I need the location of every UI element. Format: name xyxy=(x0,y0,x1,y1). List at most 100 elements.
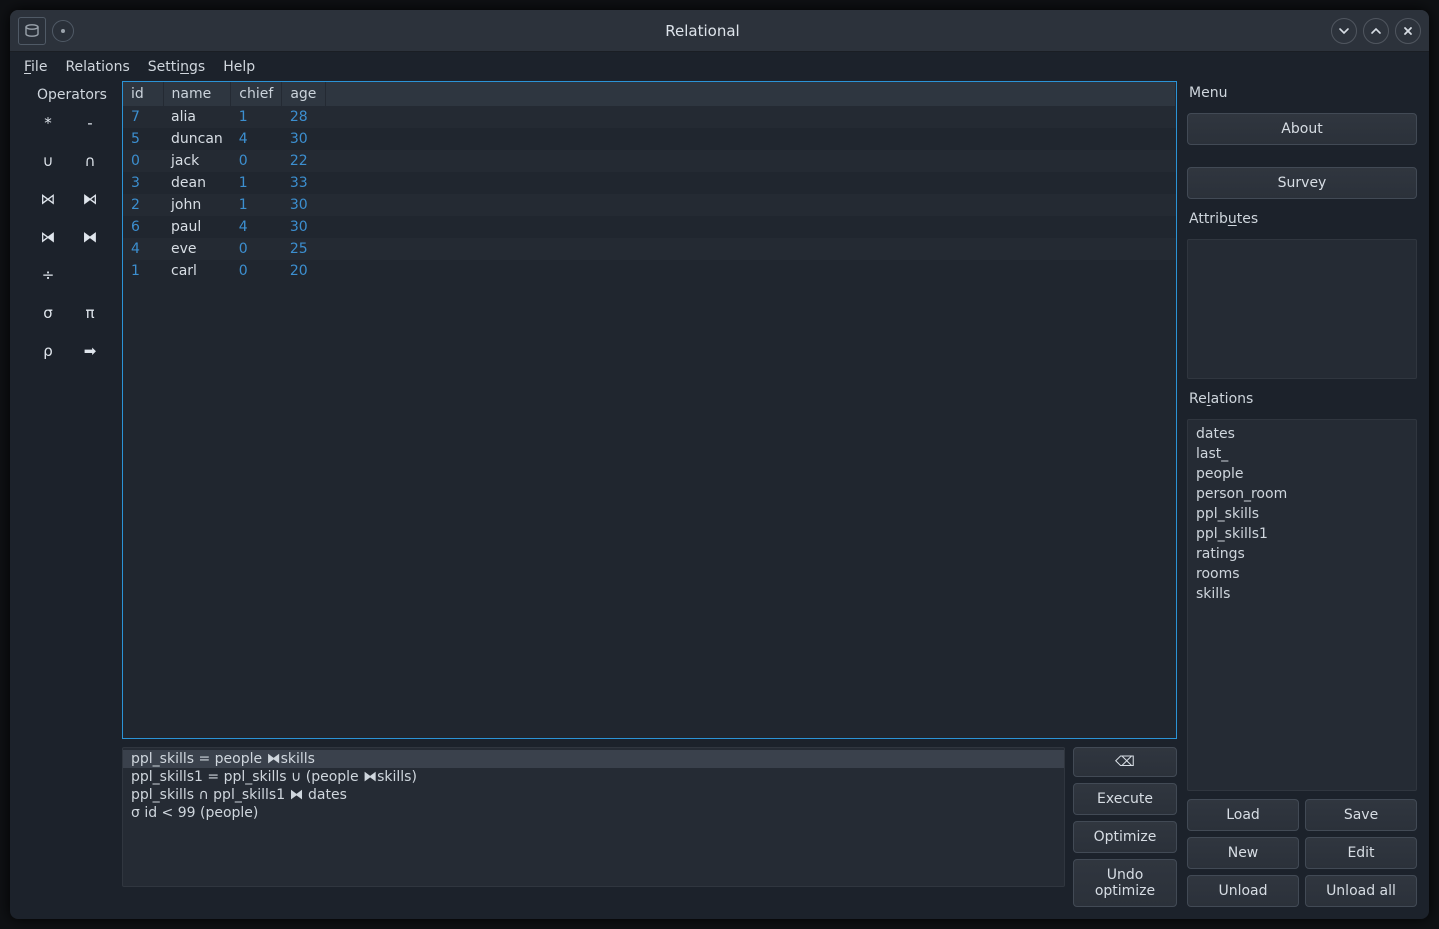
relation-item[interactable]: person_room xyxy=(1194,484,1410,504)
relation-item[interactable]: ratings xyxy=(1194,544,1410,564)
operator-button[interactable]: ∩ xyxy=(73,149,107,173)
titlebar: Relational xyxy=(10,10,1429,52)
history-entry[interactable]: ppl_skills1 = ppl_skills ∪ (people ⧓skil… xyxy=(123,768,1064,786)
main-area: Operators *-∪ ∩ ⋈ ⧑ ⧒ ⧓ ÷ σπρ ➡ idnamechiefage 7… xyxy=(10,81,1429,919)
table-cell: carl xyxy=(163,260,231,282)
operator-button[interactable]: ➡ xyxy=(73,339,107,363)
menu-relations[interactable]: Relations xyxy=(65,59,129,75)
relations-list[interactable]: dateslast_peopleperson_roomppl_skillsppl… xyxy=(1187,419,1417,791)
table-cell: 4 xyxy=(231,216,282,238)
about-button[interactable]: About xyxy=(1187,113,1417,145)
table-cell: 30 xyxy=(282,128,326,150)
relation-item[interactable]: people xyxy=(1194,464,1410,484)
result-table[interactable]: idnamechiefage 7alia1285duncan4300jack02… xyxy=(122,81,1177,739)
operator-button[interactable]: π xyxy=(73,301,107,325)
table-cell: john xyxy=(163,194,231,216)
operator-button[interactable]: ⧑ xyxy=(73,187,107,211)
attributes-heading: Attributes xyxy=(1187,207,1417,231)
relations-heading: Relations xyxy=(1187,387,1417,411)
table-cell: alia xyxy=(163,106,231,128)
right-panel: Menu About Survey Attributes Relations d… xyxy=(1177,81,1417,907)
history-entry[interactable]: ppl_skills = people ⧓skills xyxy=(123,750,1064,768)
table-cell: 0 xyxy=(123,150,163,172)
table-row[interactable]: 6paul430 xyxy=(123,216,1176,238)
table-cell: 1 xyxy=(231,106,282,128)
table-cell: 1 xyxy=(231,194,282,216)
window-title: Relational xyxy=(74,22,1331,40)
unload-button[interactable]: Unload xyxy=(1187,875,1299,907)
table-cell: 33 xyxy=(282,172,326,194)
operator-button[interactable]: ρ xyxy=(31,339,65,363)
table-cell: 30 xyxy=(282,216,326,238)
table-header[interactable]: chief xyxy=(231,82,282,106)
execute-button[interactable]: Execute xyxy=(1073,783,1177,815)
table-cell: 0 xyxy=(231,150,282,172)
table-row[interactable]: 0jack022 xyxy=(123,150,1176,172)
menu-help[interactable]: Help xyxy=(223,59,255,75)
center-panel: idnamechiefage 7alia1285duncan4300jack02… xyxy=(122,81,1177,907)
undo-optimize-button[interactable]: Undo optimize xyxy=(1073,859,1177,907)
query-history[interactable]: ppl_skills = people ⧓skillsppl_skills1 =… xyxy=(122,747,1065,887)
menu-settings[interactable]: Settings xyxy=(148,59,205,75)
table-row[interactable]: 4eve025 xyxy=(123,238,1176,260)
table-cell: 28 xyxy=(282,106,326,128)
operator-button[interactable]: ⋈ xyxy=(31,187,65,211)
secondary-tab-dot xyxy=(52,20,74,42)
table-header[interactable]: age xyxy=(282,82,326,106)
table-row[interactable]: 2john130 xyxy=(123,194,1176,216)
table-cell: 5 xyxy=(123,128,163,150)
attributes-list[interactable] xyxy=(1187,239,1417,379)
relation-item[interactable]: last_ xyxy=(1194,444,1410,464)
operators-title: Operators xyxy=(22,81,122,109)
operator-button[interactable]: ÷ xyxy=(31,263,65,287)
history-entry[interactable]: σ id < 99 (people) xyxy=(123,804,1064,822)
query-row: ppl_skills = people ⧓skillsppl_skills1 =… xyxy=(122,747,1177,907)
relation-item[interactable]: dates xyxy=(1194,424,1410,444)
app-window: Relational File Relations Settings Help … xyxy=(10,10,1429,919)
operators-panel: Operators *-∪ ∩ ⋈ ⧑ ⧒ ⧓ ÷ σπρ ➡ xyxy=(22,81,122,907)
table-row[interactable]: 3dean133 xyxy=(123,172,1176,194)
table-cell: 2 xyxy=(123,194,163,216)
survey-button[interactable]: Survey xyxy=(1187,167,1417,199)
table-cell: duncan xyxy=(163,128,231,150)
minimize-button[interactable] xyxy=(1331,18,1357,44)
table-cell: 20 xyxy=(282,260,326,282)
operator-button[interactable]: ⧒ xyxy=(31,225,65,249)
optimize-button[interactable]: Optimize xyxy=(1073,821,1177,853)
table-cell: 4 xyxy=(231,128,282,150)
relation-item[interactable]: ppl_skills xyxy=(1194,504,1410,524)
maximize-button[interactable] xyxy=(1363,18,1389,44)
edit-button[interactable]: Edit xyxy=(1305,837,1417,869)
unload-all-button[interactable]: Unload all xyxy=(1305,875,1417,907)
table-cell: 6 xyxy=(123,216,163,238)
table-cell: eve xyxy=(163,238,231,260)
table-cell: 30 xyxy=(282,194,326,216)
operator-button[interactable]: σ xyxy=(31,301,65,325)
table-header[interactable]: id xyxy=(123,82,163,106)
clear-query-button[interactable]: ⌫ xyxy=(1073,747,1177,777)
load-button[interactable]: Load xyxy=(1187,799,1299,831)
table-cell: 7 xyxy=(123,106,163,128)
history-entry[interactable]: ppl_skills ∩ ppl_skills1 ⧓ dates xyxy=(123,786,1064,804)
table-row[interactable]: 5duncan430 xyxy=(123,128,1176,150)
relation-item[interactable]: ppl_skills1 xyxy=(1194,524,1410,544)
operator-button[interactable]: ∪ xyxy=(31,149,65,173)
menubar: File Relations Settings Help xyxy=(10,52,1429,81)
table-cell: 4 xyxy=(123,238,163,260)
relation-item[interactable]: skills xyxy=(1194,584,1410,604)
menu-file[interactable]: File xyxy=(24,59,47,75)
table-cell: dean xyxy=(163,172,231,194)
table-row[interactable]: 7alia128 xyxy=(123,106,1176,128)
relation-item[interactable]: rooms xyxy=(1194,564,1410,584)
table-cell: 1 xyxy=(231,172,282,194)
operator-button[interactable]: ⧓ xyxy=(73,225,107,249)
table-cell: paul xyxy=(163,216,231,238)
new-button[interactable]: New xyxy=(1187,837,1299,869)
operator-button[interactable]: - xyxy=(73,111,107,135)
menu-heading: Menu xyxy=(1187,81,1417,105)
save-button[interactable]: Save xyxy=(1305,799,1417,831)
operator-button[interactable]: * xyxy=(31,111,65,135)
table-header[interactable]: name xyxy=(163,82,231,106)
table-row[interactable]: 1carl020 xyxy=(123,260,1176,282)
close-button[interactable] xyxy=(1395,18,1421,44)
